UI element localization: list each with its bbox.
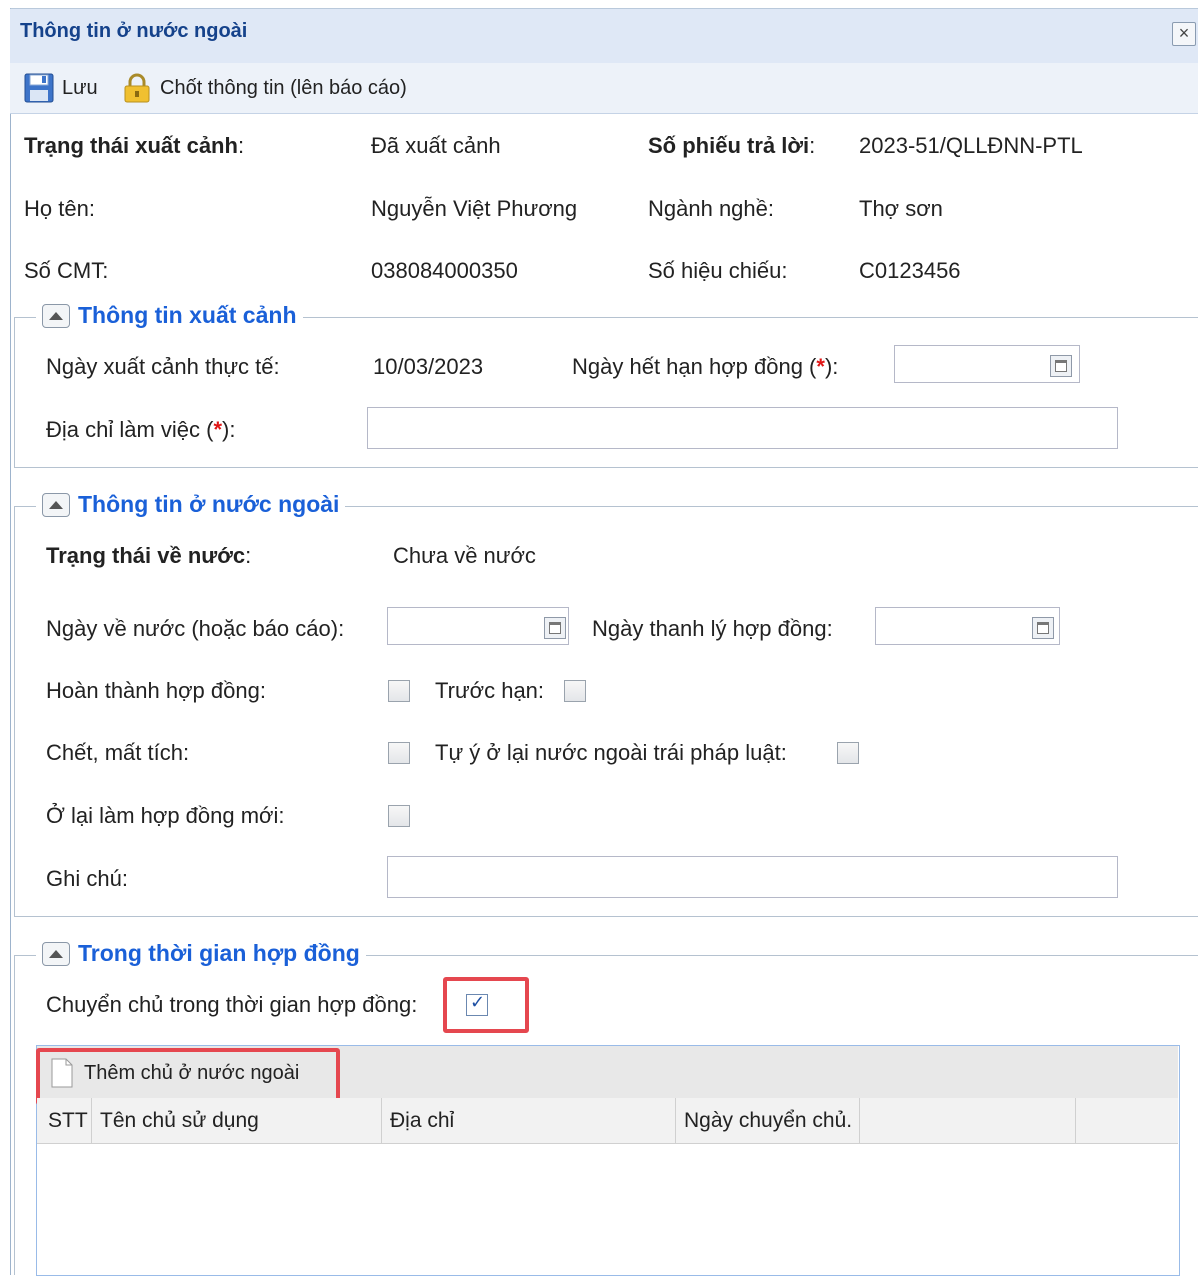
collapse-arrow-icon[interactable] [42,492,70,517]
calendar-icon[interactable] [1032,617,1054,639]
dialog-title: Thông tin ở nước ngoài [20,20,248,42]
exit-info-fieldset-bottom [14,467,1198,468]
full-name-value: Nguyễn Việt Phương [371,196,578,221]
dead-missing-label: Chết, mất tích: [46,740,190,765]
contract-completed-checkbox[interactable] [388,680,410,702]
return-status-label-text: Trạng thái về nước [46,543,246,568]
id-number-label: Số CMT: [24,258,109,283]
return-status-value: Chưa về nước [393,543,536,568]
reply-number-label-text: Số phiếu trả lời [648,133,810,158]
floppy-disk-icon [24,73,54,103]
id-number-value: 038084000350 [371,258,518,283]
employer-grid-body [37,1144,1178,1274]
close-icon[interactable]: × [1172,22,1196,46]
work-address-input[interactable] [367,407,1118,449]
passport-value: C0123456 [859,258,961,283]
return-status-label: Trạng thái về nước: [46,543,251,569]
column-header-employer-name[interactable]: Tên chủ sử dụng [92,1098,382,1143]
abroad-info-fieldset-bottom [14,916,1198,917]
note-label: Ghi chú: [46,866,128,891]
exit-info-legend-text: Thông tin xuất cảnh [78,302,297,328]
calendar-icon[interactable] [544,617,566,639]
return-status-colon: : [245,543,252,568]
liquidation-date-label: Ngày thanh lý hợp đồng: [592,616,833,641]
exit-info-legend[interactable]: Thông tin xuất cảnh [36,302,303,329]
column-header-stt[interactable]: STT [40,1098,92,1143]
lock-report-button[interactable]: Chốt thông tin (lên báo cáo) [122,70,407,106]
contract-period-legend[interactable]: Trong thời gian hợp đồng [36,940,366,967]
occupation-label: Ngành nghề: [648,196,774,221]
abroad-info-legend-text: Thông tin ở nước ngoài [78,491,340,517]
note-input[interactable] [387,856,1118,898]
lock-report-button-label: Chốt thông tin (lên báo cáo) [160,76,407,99]
reply-number-label: Số phiếu trả lời: [648,133,815,159]
reply-number-colon: : [809,133,816,158]
passport-label: Số hiệu chiếu: [648,258,788,283]
contract-expiry-label-text: Ngày hết hạn hợp đồng ( [572,354,817,379]
early-checkbox[interactable] [564,680,586,702]
column-header-change-date[interactable]: Ngày chuyển chủ. [676,1098,860,1143]
new-contract-checkbox[interactable] [388,805,410,827]
dead-missing-checkbox[interactable] [388,742,410,764]
actual-exit-date-label: Ngày xuất cảnh thực tế: [46,354,280,379]
new-contract-label: Ở lại làm hợp đồng mới: [46,803,285,828]
work-address-label-tail: ): [222,417,236,442]
lock-icon [124,73,150,103]
exit-status-colon: : [237,133,245,158]
column-header-filler [860,1098,1076,1143]
illegal-stay-label: Tự ý ở lại nước ngoài trái pháp luật: [435,740,787,765]
save-button[interactable]: Lưu [24,70,98,106]
required-asterisk: * [816,354,825,379]
illegal-stay-checkbox[interactable] [837,742,859,764]
exit-status-label-text: Trạng thái xuất cảnh [24,133,238,158]
abroad-info-legend[interactable]: Thông tin ở nước ngoài [36,491,346,518]
reply-number-value: 2023-51/QLLĐNN-PTL [859,133,1083,158]
save-button-label: Lưu [62,76,98,99]
collapse-arrow-icon[interactable] [42,941,70,966]
contract-expiry-label: Ngày hết hạn hợp đồng (*): [572,354,838,380]
work-address-label: Địa chỉ làm việc (*): [46,417,236,443]
calendar-icon[interactable] [1050,355,1072,377]
highlight-box [443,977,529,1033]
full-name-label: Họ tên: [24,196,95,221]
actual-exit-date-value: 10/03/2023 [373,354,484,379]
highlight-box [36,1048,340,1105]
return-date-input[interactable] [387,607,569,645]
collapse-arrow-icon[interactable] [42,303,70,328]
contract-completed-label: Hoàn thành hợp đồng: [46,678,266,703]
early-label: Trước hạn: [435,678,545,703]
required-asterisk: * [213,417,223,442]
contract-period-legend-text: Trong thời gian hợp đồng [78,940,360,966]
exit-status-value: Đã xuất cảnh [371,133,501,158]
exit-status-label: Trạng thái xuất cảnh: [24,133,244,159]
return-date-label: Ngày về nước (hoặc báo cáo): [46,616,345,641]
change-employer-label: Chuyển chủ trong thời gian hợp đồng: [46,992,418,1017]
occupation-value: Thợ sơn [859,196,943,221]
contract-expiry-label-tail: ): [824,354,839,379]
column-header-address[interactable]: Địa chỉ [382,1098,676,1143]
work-address-label-text: Địa chỉ làm việc ( [46,417,214,442]
